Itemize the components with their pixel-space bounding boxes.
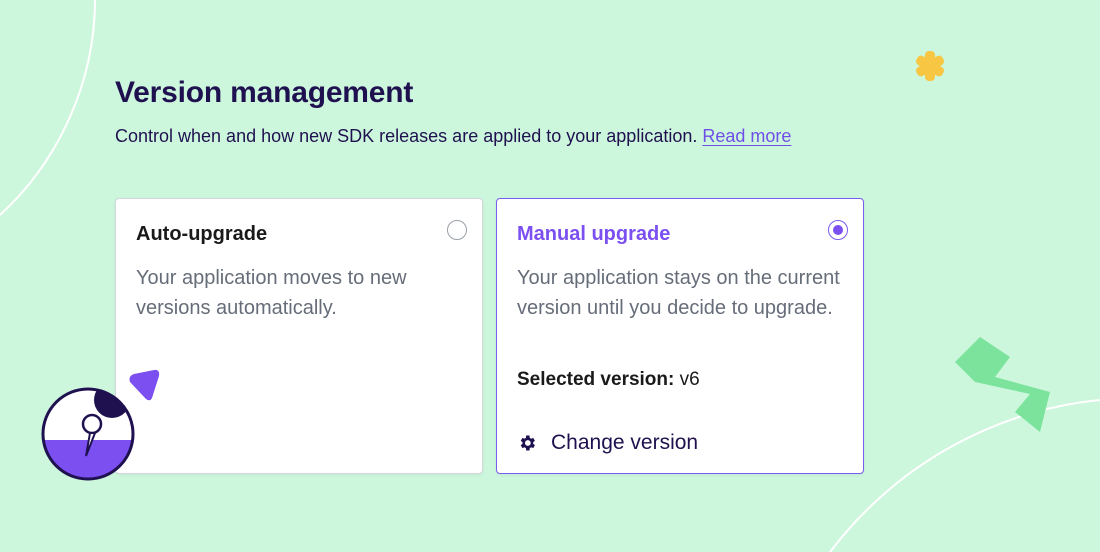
page-title: Version management bbox=[115, 76, 414, 109]
auto-upgrade-option[interactable]: Auto-upgrade Your application moves to n… bbox=[115, 198, 483, 474]
manual-upgrade-description: Your application stays on the current ve… bbox=[517, 267, 840, 319]
selected-version-value: v6 bbox=[679, 369, 700, 390]
page-subtitle: Control when and how new SDK releases ar… bbox=[115, 126, 791, 147]
read-more-link[interactable]: Read more bbox=[702, 126, 791, 146]
manual-upgrade-option[interactable]: Manual upgrade Your application stays on… bbox=[496, 198, 864, 474]
mascot-avatar-icon bbox=[41, 387, 135, 481]
auto-upgrade-radio[interactable] bbox=[447, 220, 467, 240]
change-version-label: Change version bbox=[551, 431, 699, 454]
change-version-button[interactable]: Change version bbox=[517, 431, 698, 455]
auto-upgrade-title: Auto-upgrade bbox=[136, 223, 268, 245]
manual-upgrade-radio[interactable] bbox=[828, 220, 848, 240]
subtitle-text: Control when and how new SDK releases ar… bbox=[115, 126, 698, 146]
auto-upgrade-description: Your application moves to new versions a… bbox=[136, 267, 407, 319]
selected-version-label: Selected version: bbox=[517, 369, 675, 390]
manual-upgrade-title: Manual upgrade bbox=[517, 223, 671, 245]
zigzag-decoration-icon bbox=[955, 337, 1050, 432]
gear-icon bbox=[520, 435, 535, 451]
selected-version: Selected version: v6 bbox=[517, 369, 700, 391]
asterisk-decoration-icon bbox=[915, 51, 945, 81]
